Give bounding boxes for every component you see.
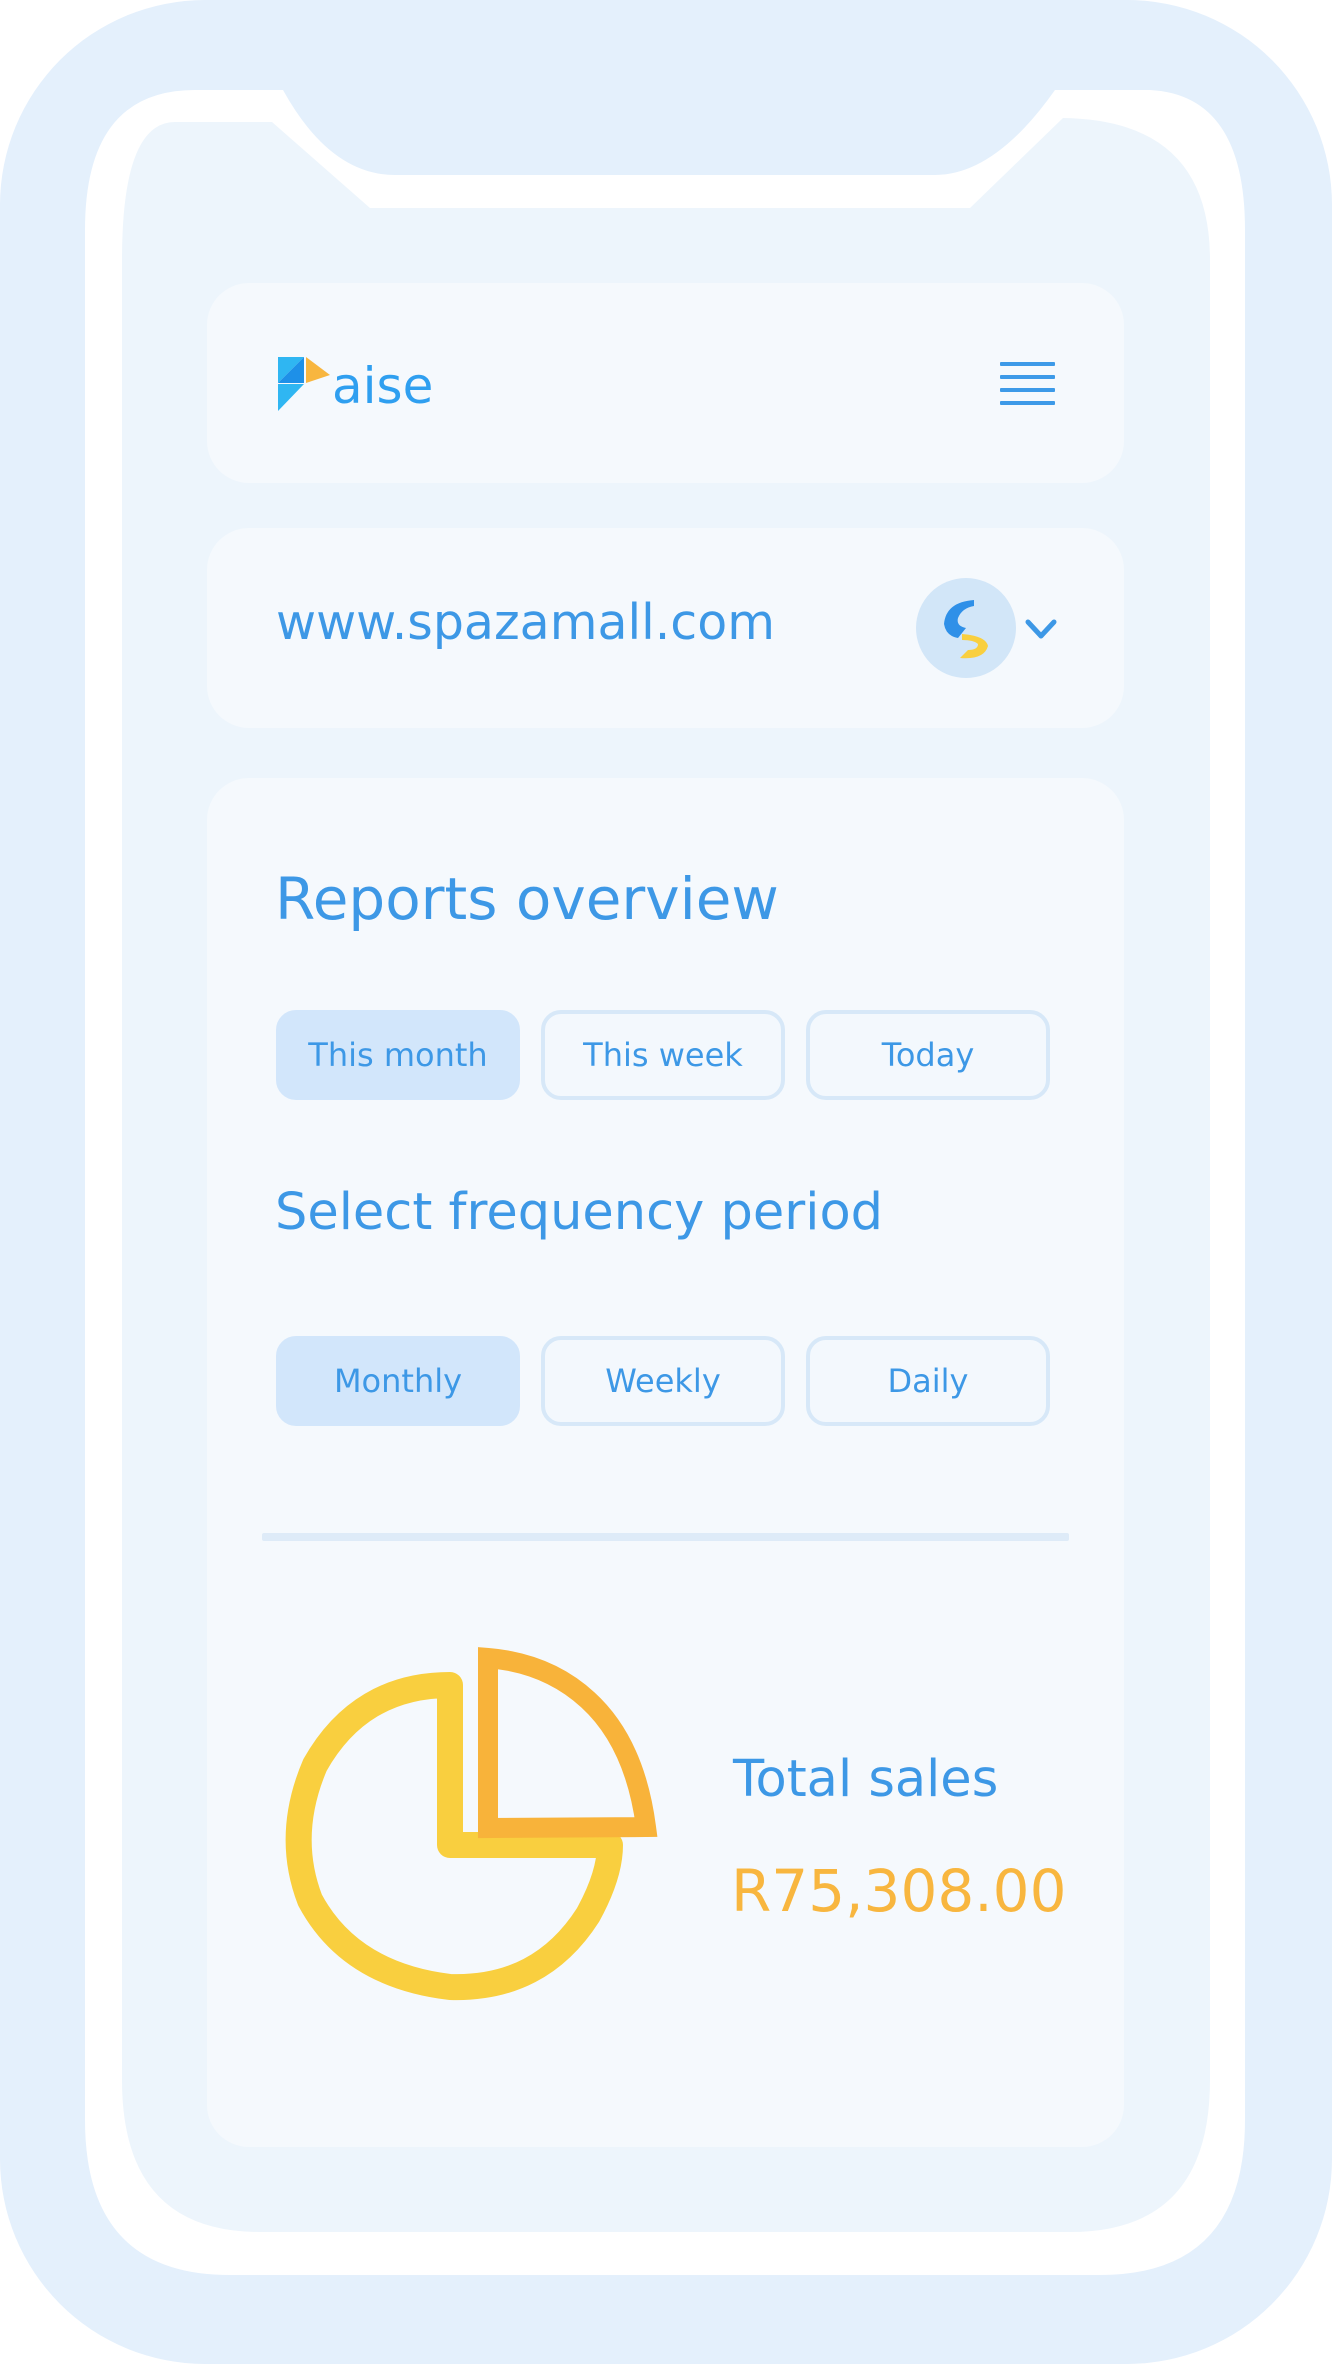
frequency-title: Select frequency period (275, 1183, 884, 1242)
total-sales-label: Total sales (733, 1750, 999, 1809)
logo-mark-icon (278, 357, 330, 411)
page-title: Reports overview (275, 865, 779, 933)
store-logo-icon[interactable] (916, 578, 1016, 678)
logo-text: aise (332, 357, 434, 415)
pie-chart-icon (285, 1647, 658, 2001)
brand-logo[interactable]: aise (278, 356, 433, 412)
hamburger-menu-icon[interactable] (1000, 358, 1055, 408)
site-url[interactable]: www.spazamall.com (276, 590, 775, 656)
total-sales-value: R75,308.00 (731, 1857, 1067, 1925)
divider (262, 1533, 1069, 1541)
tab-this-month[interactable]: This month (276, 1010, 520, 1100)
tab-monthly[interactable]: Monthly (276, 1336, 520, 1426)
tab-today[interactable]: Today (806, 1010, 1050, 1100)
tab-daily[interactable]: Daily (806, 1336, 1050, 1426)
chevron-down-icon[interactable] (1024, 612, 1058, 646)
tab-this-week[interactable]: This week (541, 1010, 785, 1100)
tab-weekly[interactable]: Weekly (541, 1336, 785, 1426)
